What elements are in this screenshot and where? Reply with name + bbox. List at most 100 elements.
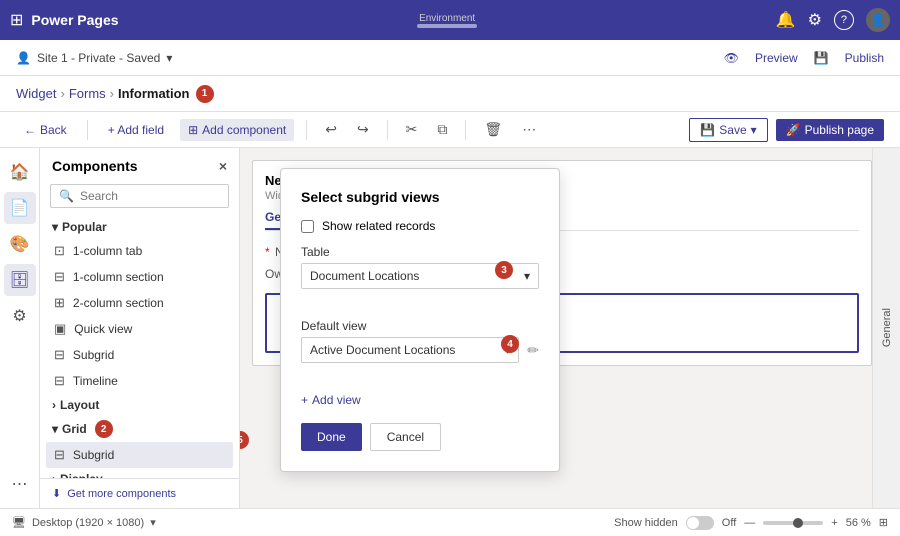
copy-button[interactable]: ⧉ (431, 117, 453, 142)
left-sidebar: 🏠 📄 🎨 🗄 ⚙ ⋯ (0, 148, 40, 508)
search-icon: 🔍 (59, 189, 74, 203)
cancel-button[interactable]: Cancel (370, 423, 441, 451)
edit-icon[interactable]: ✏ (527, 342, 539, 359)
default-view-row: Default view Active Document Locations ▾… (301, 319, 539, 381)
bottom-left: 🖥 Desktop (1920 × 1080) ▾ (12, 516, 156, 529)
section-popular[interactable]: ▾ Popular (46, 216, 233, 238)
add-component-button[interactable]: ⊞ Add component (180, 119, 294, 141)
save-dropdown-icon[interactable]: ▾ (751, 123, 757, 137)
section-layout[interactable]: › Layout (46, 394, 233, 416)
badge-5: 5 (240, 431, 249, 449)
sidebar-item-styling[interactable]: 🎨 (4, 228, 36, 260)
search-input[interactable] (80, 189, 220, 203)
delete-button[interactable]: 🗑 (478, 117, 508, 142)
zoom-label: 56 % (846, 517, 871, 529)
toggle-track (686, 516, 714, 530)
sidebar-item-data[interactable]: 🗄 (4, 264, 36, 296)
list-item[interactable]: ⊡ 1-column tab (46, 238, 233, 264)
subgrid-dialog: Select subgrid views Show related record… (280, 168, 560, 472)
subgrid2-icon: ⊟ (54, 447, 65, 463)
show-related-label: Show related records (322, 219, 435, 233)
default-view-select[interactable]: Active Document Locations ▾ (301, 337, 519, 363)
badge-2: 2 (95, 420, 113, 438)
default-view-label: Default view (301, 319, 539, 333)
zoom-slider[interactable] (763, 521, 823, 525)
sidebar-item-home[interactable]: 🏠 (4, 156, 36, 188)
general-sidebar-icon: General (881, 308, 893, 347)
list-item-subgrid[interactable]: ⊟ Subgrid (46, 442, 233, 468)
grid-icon[interactable]: ⊞ (879, 516, 888, 529)
list-item[interactable]: ⊟ 1-column section (46, 264, 233, 290)
breadcrumb-sep-2: › (110, 86, 114, 101)
download-icon: ⬇ (52, 487, 61, 500)
breadcrumb-widget[interactable]: Widget (16, 86, 56, 101)
list-item[interactable]: ⊞ 2-column section (46, 290, 233, 316)
toolbar-sep-1 (87, 120, 88, 140)
close-icon[interactable]: × (219, 158, 227, 174)
sidebar-item-setup[interactable]: ⚙ (4, 300, 36, 332)
components-panel: Components × 🔍 ▾ Popular ⊡ 1-column tab … (40, 148, 240, 508)
panel-header: Components × (40, 148, 239, 180)
sidebar-item-pages[interactable]: 📄 (4, 192, 36, 224)
undo-button[interactable]: ↩ (319, 117, 343, 142)
desktop-dropdown-icon[interactable]: ▾ (150, 516, 156, 529)
publish-button[interactable]: 🚀 Publish page (776, 119, 884, 141)
breadcrumb-forms[interactable]: Forms (69, 86, 106, 101)
redo-button[interactable]: ↪ (351, 117, 375, 142)
badge-3: 3 (495, 261, 513, 279)
zoom-minus-icon[interactable]: — (744, 517, 755, 529)
publish-icon: 🚀 (786, 123, 801, 137)
zoom-plus-icon[interactable]: + (831, 517, 837, 529)
desktop-icon: 🖥 (12, 516, 26, 529)
site-dropdown-icon[interactable]: ▾ (166, 51, 172, 65)
timeline-icon: ⊟ (54, 373, 65, 389)
back-button[interactable]: ← Back (16, 119, 75, 141)
section-display[interactable]: › Display (46, 468, 233, 478)
list-item[interactable]: ▣ Quick view (46, 316, 233, 342)
chevron-layout: › (52, 398, 56, 412)
gear-icon[interactable]: ⚙ (808, 10, 822, 30)
site-info: 👤 Site 1 - Private - Saved ▾ (16, 51, 172, 65)
env-bar (417, 24, 477, 28)
breadcrumb-current: Information (118, 86, 190, 101)
cut-button[interactable]: ✂ (400, 117, 424, 142)
publish-button[interactable]: Publish (845, 51, 884, 65)
show-related-checkbox[interactable] (301, 220, 314, 233)
quickview-icon: ▣ (54, 321, 66, 337)
save-icon: 💾 (700, 123, 715, 137)
help-icon[interactable]: ? (834, 10, 854, 30)
sidebar-item-more[interactable]: ⋯ (4, 468, 36, 500)
list-item[interactable]: ⊟ Timeline (46, 368, 233, 394)
done-button[interactable]: Done (301, 423, 362, 451)
select-dropdown-icon: ▾ (524, 269, 530, 283)
bottom-right: Show hidden Off — + 56 % ⊞ (614, 516, 888, 530)
panel-list: ▾ Popular ⊡ 1-column tab ⊟ 1-column sect… (40, 216, 239, 478)
save-button[interactable]: 💾 Save ▾ (689, 118, 767, 142)
dialog-title: Select subgrid views (301, 189, 539, 205)
show-hidden-toggle[interactable] (686, 516, 714, 530)
get-more-components[interactable]: ⬇ Get more components (40, 478, 239, 508)
right-sidebar[interactable]: General (872, 148, 900, 508)
panel-search[interactable]: 🔍 (50, 184, 229, 208)
app-title: Power Pages (31, 12, 118, 28)
section-grid[interactable]: ▾ Grid 2 (46, 416, 233, 442)
more-button[interactable]: ⋯ (516, 117, 542, 142)
bell-icon[interactable]: 🔔 (776, 10, 796, 30)
site-label: Site 1 - Private - Saved (37, 51, 160, 65)
apps-icon[interactable]: ⊞ (10, 10, 23, 30)
desktop-label: Desktop (1920 × 1080) (32, 517, 144, 529)
table-row: Table Document Locations ▾ 3 (301, 245, 539, 307)
add-view-button[interactable]: + Add view (301, 393, 539, 407)
add-field-button[interactable]: + Add field (100, 119, 172, 141)
preview-button[interactable]: Preview (755, 51, 798, 65)
top-bar-right: 🔔 ⚙ ? 👤 (776, 8, 890, 32)
avatar[interactable]: 👤 (866, 8, 890, 32)
add-view-plus-icon: + (301, 393, 308, 407)
show-hidden-label: Show hidden (614, 517, 678, 529)
breadcrumb: Widget › Forms › Information 1 (0, 76, 900, 112)
breadcrumb-sep-1: › (60, 86, 64, 101)
list-item[interactable]: ⊟ Subgrid (46, 342, 233, 368)
main-layout: 🏠 📄 🎨 🗄 ⚙ ⋯ Components × 🔍 ▾ Popular ⊡ 1… (0, 148, 900, 508)
toolbar-right: 💾 Save ▾ 🚀 Publish page (689, 118, 884, 142)
save-icon: 💾 (814, 51, 829, 65)
